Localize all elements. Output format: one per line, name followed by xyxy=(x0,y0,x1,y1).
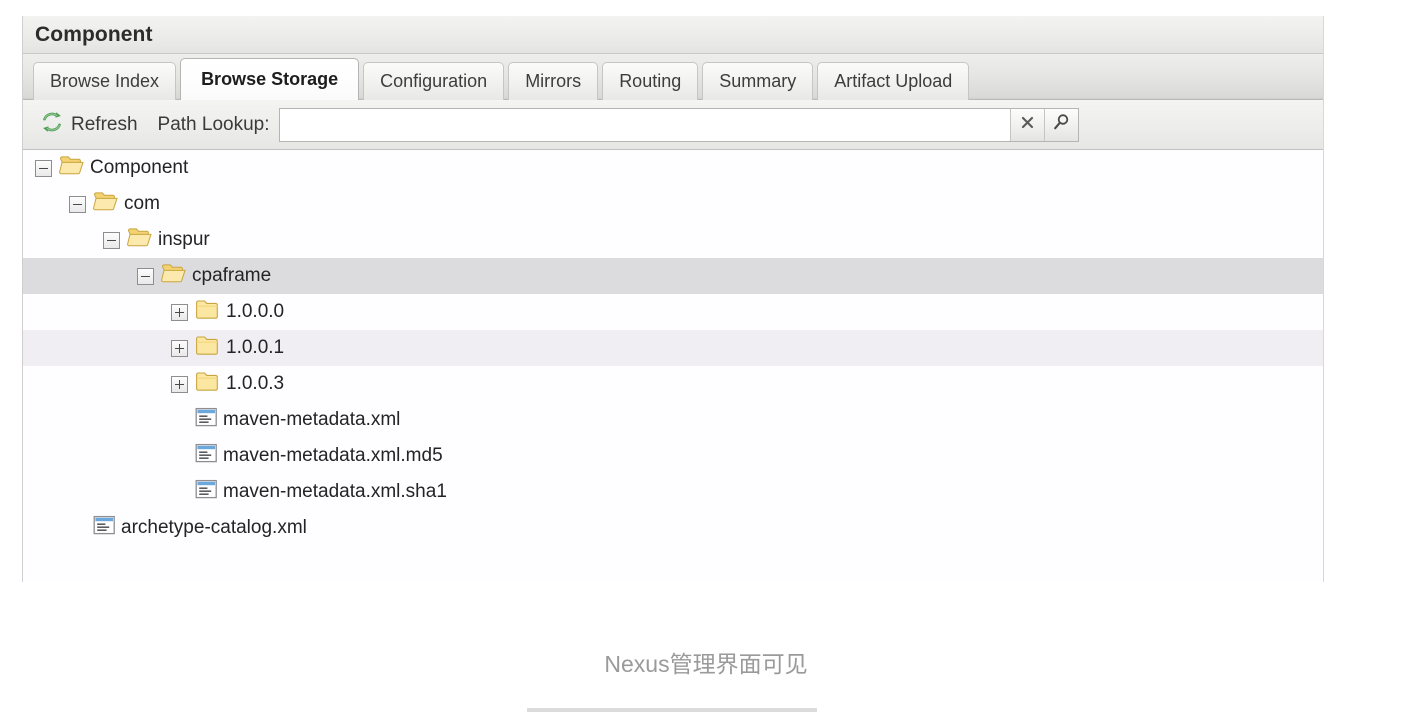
tab-configuration[interactable]: Configuration xyxy=(363,62,505,100)
browse-toolbar: Refresh Path Lookup: xyxy=(23,100,1323,150)
tree-node-label: 1.0.0.3 xyxy=(226,373,285,394)
tree-row[interactable]: inspur xyxy=(23,222,1323,258)
tree-row[interactable]: maven-metadata.xml xyxy=(23,402,1323,438)
tree-node-label: maven-metadata.xml.sha1 xyxy=(223,481,447,502)
tab-summary[interactable]: Summary xyxy=(702,62,814,100)
tab-label: Mirrors xyxy=(525,71,582,91)
tab-browse-storage[interactable]: Browse Storage xyxy=(180,58,360,100)
search-icon xyxy=(1052,113,1071,137)
xml-file-icon xyxy=(195,407,218,434)
tab-label: Configuration xyxy=(380,71,488,91)
tree-node-label: com xyxy=(124,193,160,214)
collapse-icon[interactable] xyxy=(103,231,120,249)
tab-mirrors[interactable]: Mirrors xyxy=(508,62,599,100)
tree-row[interactable]: cpaframe xyxy=(23,258,1323,294)
xml-file-icon xyxy=(195,443,218,470)
close-icon xyxy=(1020,115,1035,135)
refresh-label: Refresh xyxy=(71,113,138,135)
tab-routing[interactable]: Routing xyxy=(602,62,699,100)
expand-icon[interactable] xyxy=(171,375,188,393)
storage-tree: Component com inspur cpaframe 1.0.0.0 1.0.0.1… xyxy=(23,150,1323,582)
tree-row[interactable]: maven-metadata.xml.md5 xyxy=(23,438,1323,474)
folder-closed-icon xyxy=(195,298,221,326)
tree-row[interactable]: Component xyxy=(23,150,1323,186)
tree-row[interactable]: archetype-catalog.xml xyxy=(23,510,1323,546)
folder-open-icon xyxy=(59,154,85,182)
path-lookup-field-group xyxy=(278,107,1079,142)
tab-label: Routing xyxy=(619,71,682,91)
path-lookup-label: Path Lookup: xyxy=(157,113,270,135)
clear-lookup-button[interactable] xyxy=(1009,108,1044,141)
page-title: Component xyxy=(35,22,153,46)
tab-bar: Browse Index Browse Storage Configuration M… xyxy=(23,54,1323,100)
tree-node-label: maven-metadata.xml.md5 xyxy=(223,445,443,466)
collapse-icon[interactable] xyxy=(137,267,154,285)
expand-icon[interactable] xyxy=(171,303,188,321)
refresh-icon xyxy=(39,109,65,140)
component-panel: Component Browse Index Browse Storage Conf… xyxy=(22,16,1324,582)
folder-open-icon xyxy=(161,262,187,290)
tree-node-label: cpaframe xyxy=(192,265,272,286)
tab-artifact-upload[interactable]: Artifact Upload xyxy=(817,62,970,100)
tab-label: Summary xyxy=(719,71,797,91)
tree-node-label: Component xyxy=(90,157,189,178)
folder-closed-icon xyxy=(195,370,221,398)
xml-file-icon xyxy=(195,479,218,506)
tree-node-label: 1.0.0.0 xyxy=(226,301,285,322)
tree-row[interactable]: 1.0.0.0 xyxy=(23,294,1323,330)
tree-node-label: archetype-catalog.xml xyxy=(121,517,307,538)
folder-open-icon xyxy=(93,190,119,218)
collapse-icon[interactable] xyxy=(69,195,86,213)
tab-label: Browse Index xyxy=(50,71,160,91)
tree-node-label: maven-metadata.xml xyxy=(223,409,401,430)
tree-node-label: 1.0.0.1 xyxy=(226,337,285,358)
path-lookup-input[interactable] xyxy=(279,108,1010,141)
tree-node-label: inspur xyxy=(158,229,210,250)
figure-caption: Nexus管理界面可见 xyxy=(604,651,808,677)
tab-label: Artifact Upload xyxy=(834,71,953,91)
bottom-divider xyxy=(527,708,817,712)
xml-file-icon xyxy=(93,515,116,542)
tab-browse-index[interactable]: Browse Index xyxy=(33,62,177,100)
panel-title-bar: Component xyxy=(23,16,1323,54)
tree-row[interactable]: com xyxy=(23,186,1323,222)
folder-closed-icon xyxy=(195,334,221,362)
tree-row[interactable]: 1.0.0.1 xyxy=(23,330,1323,366)
expand-icon[interactable] xyxy=(171,339,188,357)
tree-row[interactable]: maven-metadata.xml.sha1 xyxy=(23,474,1323,510)
tab-label: Browse Storage xyxy=(201,69,339,89)
tree-row[interactable]: 1.0.0.3 xyxy=(23,366,1323,402)
refresh-button[interactable]: Refresh xyxy=(35,107,142,142)
search-lookup-button[interactable] xyxy=(1043,108,1078,141)
folder-open-icon xyxy=(127,226,153,254)
collapse-icon[interactable] xyxy=(35,159,52,177)
